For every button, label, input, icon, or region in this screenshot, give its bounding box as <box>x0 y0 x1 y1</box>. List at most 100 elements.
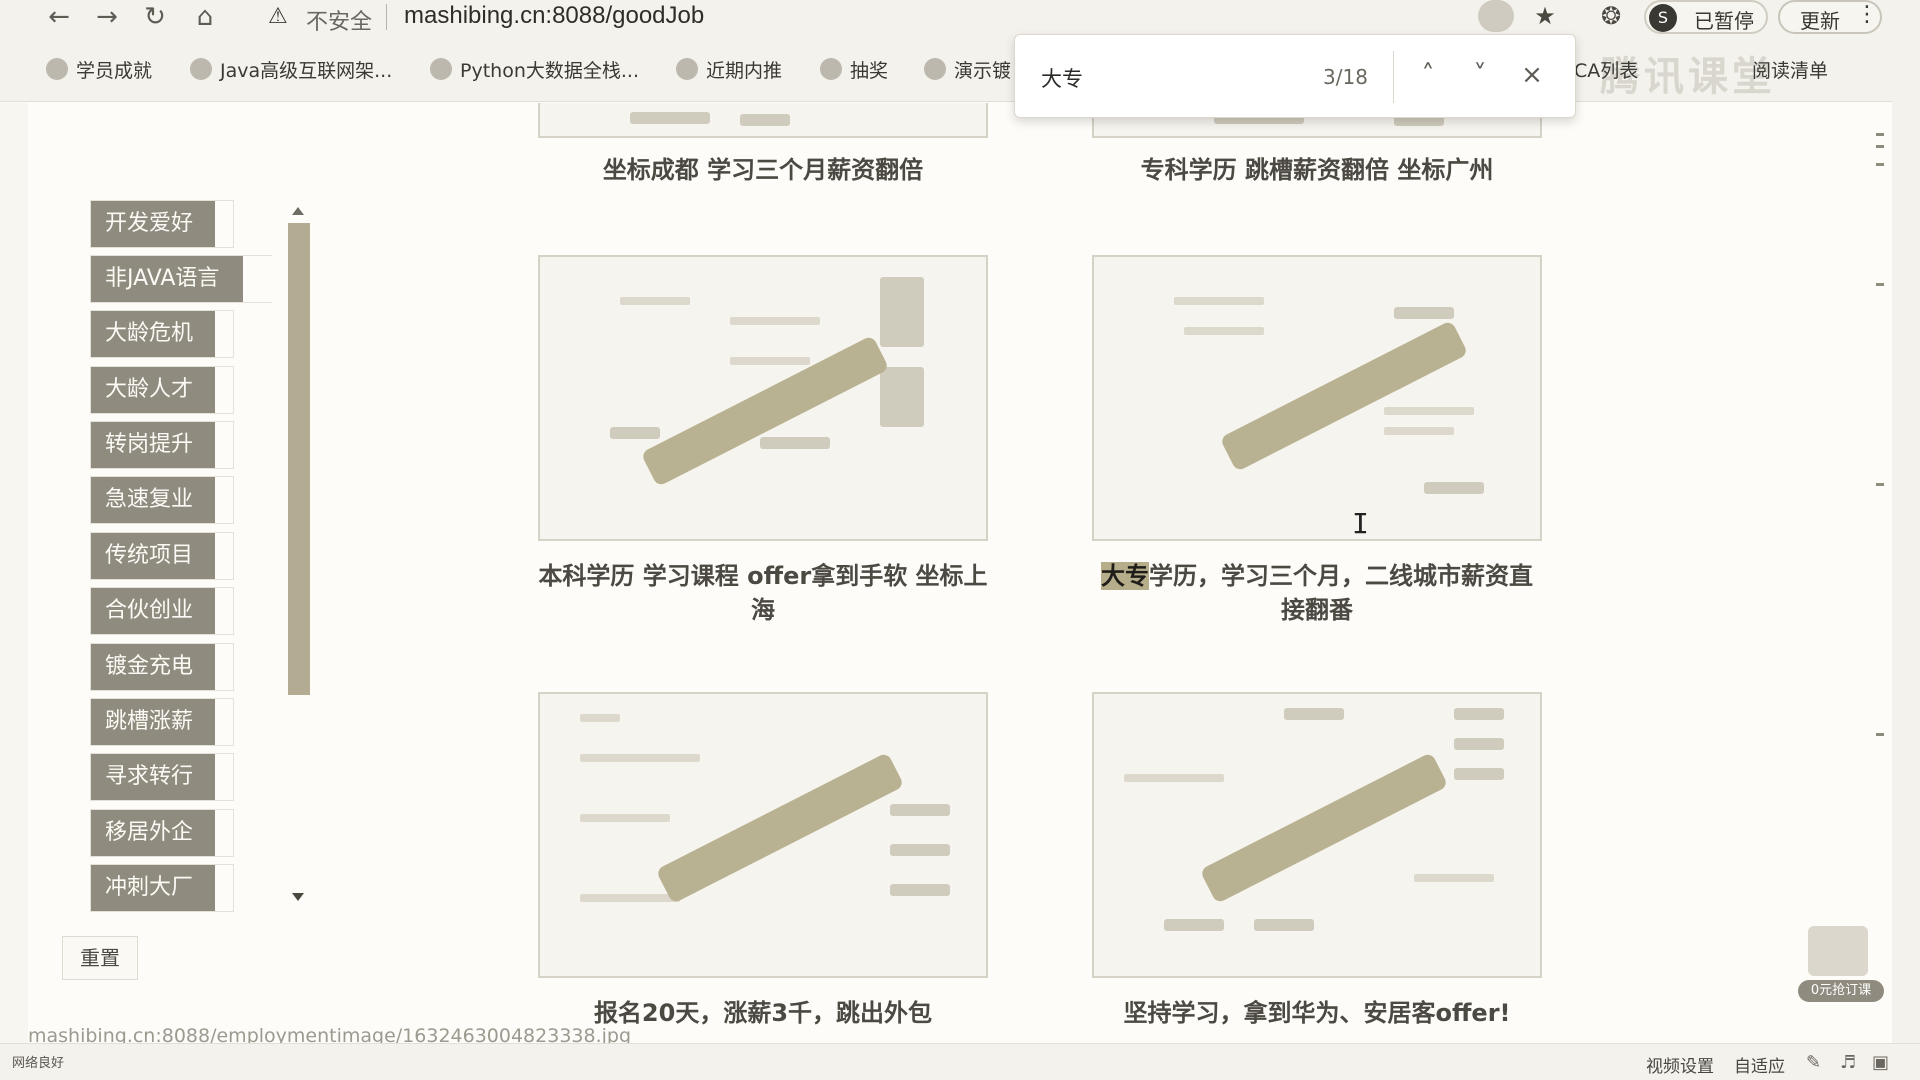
achievement-image[interactable] <box>538 103 988 138</box>
find-match-count: 3/18 <box>1323 65 1368 89</box>
rail-tick <box>1876 283 1884 286</box>
home-icon[interactable]: ⌂ <box>190 2 220 32</box>
redaction-bar <box>1199 752 1449 904</box>
page-scrollbar[interactable] <box>1874 103 1884 1043</box>
caption-line: 海 <box>751 596 775 624</box>
extensions-icon[interactable]: ❂ <box>1594 2 1628 32</box>
achievement-image[interactable] <box>1092 255 1542 541</box>
category-item[interactable]: 转岗提升 <box>90 421 234 469</box>
category-item[interactable]: 传统项目 <box>90 532 234 580</box>
reading-list[interactable]: 阅读清单 <box>1752 56 1828 83</box>
bookmark-item[interactable]: Java高级互联网架... <box>190 54 392 84</box>
category-item[interactable]: 开发爱好 <box>90 200 234 248</box>
redaction-bar <box>1219 320 1469 472</box>
bookmark-item[interactable]: 抽奖 <box>820 54 888 84</box>
category-label: 传统项目 <box>91 533 215 579</box>
category-label: 寻求转行 <box>91 754 215 800</box>
bookmark-icon <box>46 58 68 80</box>
thumb-detail <box>1124 774 1224 782</box>
category-item[interactable]: 跳槽涨薪 <box>90 698 234 746</box>
fit-button[interactable]: 自适应 <box>1734 1052 1785 1077</box>
thumb-detail <box>890 804 950 816</box>
bookmark-item[interactable]: Python大数据全栈... <box>430 54 639 84</box>
thumb-detail <box>1394 307 1454 319</box>
category-item[interactable]: 镀金充电 <box>90 643 234 691</box>
scroll-down-icon[interactable] <box>292 893 304 901</box>
thumb-detail <box>1174 297 1264 305</box>
redaction-bar <box>655 752 905 904</box>
thumb-detail <box>1424 482 1484 494</box>
bookmark-icon <box>190 58 212 80</box>
page-content: 开发爱好 非JAVA语言 大龄危机 大龄人才 转岗提升 急速复业 传统项目 合伙… <box>28 103 1884 1043</box>
achievement-image[interactable] <box>538 255 988 541</box>
category-item[interactable]: 寻求转行 <box>90 753 234 801</box>
thumb-detail <box>760 437 830 449</box>
sidebar-scrollbar[interactable] <box>288 203 310 903</box>
category-label: 急速复业 <box>91 477 215 523</box>
thumb-detail <box>740 114 790 126</box>
chevron-up-icon[interactable]: ˄ <box>1411 57 1445 93</box>
category-label: 转岗提升 <box>91 422 215 468</box>
bookmark-item[interactable]: 演示镀 <box>924 54 1011 84</box>
thumb-detail <box>730 317 820 325</box>
volume-icon[interactable]: ♬ <box>1840 1052 1856 1073</box>
category-item[interactable]: 合伙创业 <box>90 587 234 635</box>
thumb-detail <box>890 844 950 856</box>
bookmark-star-icon[interactable]: ★ <box>1528 2 1562 32</box>
address-bar[interactable]: mashibing.cn:8088/goodJob <box>404 2 704 30</box>
category-item[interactable]: 移居外企 <box>90 809 234 857</box>
profile-button[interactable]: S 已暂停 <box>1644 0 1768 34</box>
warning-icon[interactable]: ⚠ <box>268 4 288 29</box>
find-separator <box>1393 51 1394 103</box>
video-settings-button[interactable]: 视频设置 <box>1646 1052 1714 1077</box>
menu-icon[interactable]: ⋮ <box>1856 2 1878 27</box>
category-label: 跳槽涨薪 <box>91 699 215 745</box>
category-label: 镀金充电 <box>91 644 215 690</box>
bookmark-item[interactable]: CA列表 <box>1574 56 1638 83</box>
achievement-image[interactable] <box>1092 692 1542 978</box>
bookmark-icon <box>430 58 452 80</box>
reset-button[interactable]: 重置 <box>62 936 138 980</box>
caption-line: 学历，学习三个月，二线城市薪资直 <box>1149 562 1533 590</box>
find-input[interactable]: 大专 <box>1041 63 1083 93</box>
category-item[interactable]: 非JAVA语言 <box>90 255 272 303</box>
lens-icon[interactable] <box>1478 0 1514 32</box>
close-icon[interactable]: × <box>1515 57 1549 93</box>
thumb-detail <box>580 894 680 902</box>
achievement-image[interactable] <box>538 692 988 978</box>
bookmark-icon <box>820 58 842 80</box>
category-item[interactable]: 急速复业 <box>90 476 234 524</box>
rail-tick <box>1876 133 1884 136</box>
chevron-down-icon[interactable]: ˅ <box>1463 57 1497 93</box>
scroll-up-icon[interactable] <box>292 207 304 215</box>
thumb-detail <box>1384 427 1454 435</box>
browser-toolbar: ← → ↻ ⌂ ⚠ 不安全 mashibing.cn:8088/goodJob … <box>0 0 1920 102</box>
bookmark-item[interactable]: 学员成就 <box>46 54 152 84</box>
promo-widget[interactable]: 0元抢订课 <box>1798 920 1884 1006</box>
category-item[interactable]: 大龄人才 <box>90 366 234 414</box>
card-caption: 坚持学习，拿到华为、安居客offer! <box>1123 999 1511 1027</box>
bookmark-label: 演示镀 <box>954 59 1012 82</box>
category-item[interactable]: 大龄危机 <box>90 310 234 358</box>
category-label: 合伙创业 <box>91 588 215 634</box>
bookmark-item[interactable]: 近期内推 <box>676 54 782 84</box>
back-icon[interactable]: ← <box>44 2 74 32</box>
promo-icon <box>1808 926 1868 976</box>
reload-icon[interactable]: ↻ <box>140 2 170 32</box>
bookmark-label: Python大数据全栈... <box>460 59 639 82</box>
fullscreen-icon[interactable]: ▣ <box>1872 1052 1889 1073</box>
insecure-label[interactable]: 不安全 <box>306 4 372 36</box>
category-item[interactable]: 冲刺大厂 <box>90 864 234 912</box>
search-highlight: 大专 <box>1101 562 1149 590</box>
find-in-page-bar: 大专 3/18 ˄ ˅ × <box>1014 34 1576 118</box>
thumb-detail <box>1254 919 1314 931</box>
feedback-icon[interactable]: ✎ <box>1806 1052 1821 1073</box>
thumb-detail <box>1164 919 1224 931</box>
category-label: 冲刺大厂 <box>91 865 215 911</box>
caption-line: 接翻番 <box>1281 596 1353 624</box>
network-status: 网络良好 <box>12 1056 65 1071</box>
scrollbar-thumb[interactable] <box>288 223 310 695</box>
rail-tick <box>1876 163 1884 166</box>
forward-icon[interactable]: → <box>92 2 122 32</box>
category-label: 非JAVA语言 <box>91 256 243 302</box>
